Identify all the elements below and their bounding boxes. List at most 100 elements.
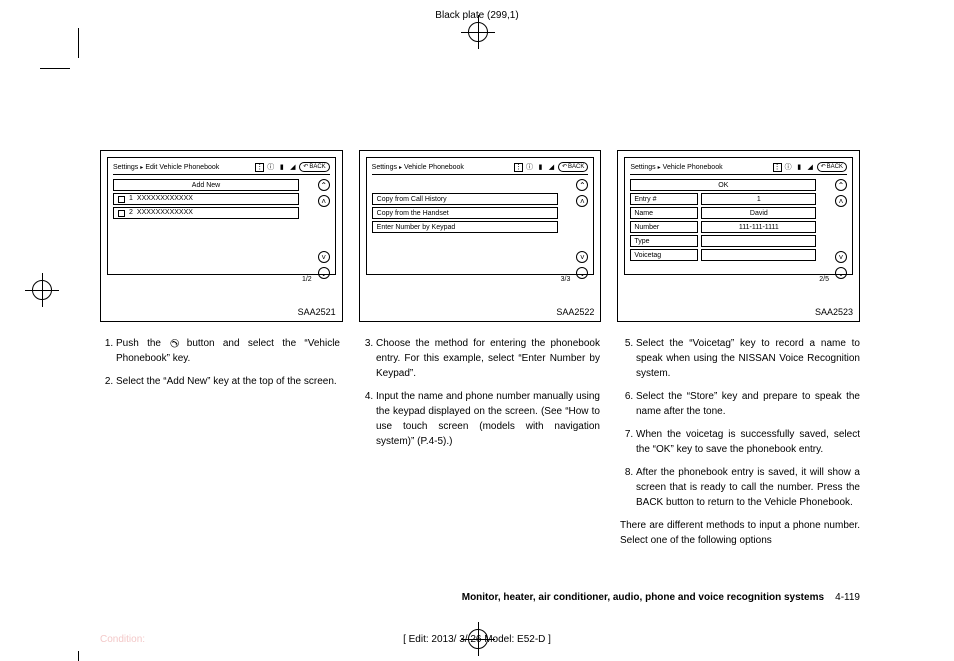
- step-7: When the voicetag is successfully saved,…: [636, 427, 860, 457]
- enter-keypad-button[interactable]: Enter Number by Keypad: [372, 221, 558, 233]
- entry-num-label: Entry #: [630, 193, 698, 205]
- entry-num-value[interactable]: 1: [701, 193, 816, 205]
- row-text: XXXXXXXXXXXX: [137, 207, 193, 219]
- crop-mark: [40, 68, 70, 69]
- chevron-right-icon: ▸: [140, 164, 143, 171]
- figure-2: Settings ▸ Vehicle Phonebook ⋮ ⓘ ▮ ◢ ↶BA…: [359, 150, 602, 322]
- crop-mark: [78, 28, 79, 58]
- scroll-up-fast-icon[interactable]: ⌃: [835, 179, 847, 191]
- screen-2: Settings ▸ Vehicle Phonebook ⋮ ⓘ ▮ ◢ ↶BA…: [366, 157, 595, 275]
- column-3-paragraph: There are different methods to input a p…: [620, 518, 860, 548]
- phone-icon: [118, 196, 125, 203]
- bluetooth-icon: ⋮: [514, 163, 523, 172]
- number-value[interactable]: 111-111-1111: [701, 221, 816, 233]
- battery-icon: ▮: [536, 163, 545, 172]
- signal-icon: ◢: [547, 163, 556, 172]
- screen-header: Settings ▸ Vehicle Phonebook ⋮ ⓘ ▮ ◢ ↶BA…: [630, 161, 847, 175]
- voicetag-value[interactable]: [701, 249, 816, 261]
- info-icon: ⓘ: [784, 163, 793, 172]
- edit-line: [ Edit: 2013/ 3/ 26 Model: E52-D ]: [0, 634, 954, 645]
- page-indicator: 2/5: [819, 276, 829, 283]
- figures-row: Settings ▸ Edit Vehicle Phonebook ⋮ ⓘ ▮ …: [100, 150, 860, 322]
- breadcrumb: Edit Vehicle Phonebook: [145, 164, 219, 171]
- figure-caption: SAA2521: [298, 307, 336, 317]
- page-indicator: 1/2: [302, 276, 312, 283]
- plate-info: Black plate (299,1): [0, 10, 954, 21]
- text-columns: Push the ✆ button and select the “Vehicl…: [100, 336, 860, 548]
- registration-mark-left: [32, 280, 52, 300]
- info-icon: ⓘ: [266, 163, 275, 172]
- figure-1: Settings ▸ Edit Vehicle Phonebook ⋮ ⓘ ▮ …: [100, 150, 343, 322]
- number-label: Number: [630, 221, 698, 233]
- back-arrow-icon: ↶: [303, 163, 308, 171]
- step-3: Choose the method for entering the phone…: [376, 336, 600, 381]
- phonebook-row[interactable]: 2 XXXXXXXXXXXX: [113, 207, 299, 219]
- screen-3: Settings ▸ Vehicle Phonebook ⋮ ⓘ ▮ ◢ ↶BA…: [624, 157, 853, 275]
- phone-icon: [118, 210, 125, 217]
- step-2: Select the “Add New” key at the top of t…: [116, 374, 340, 389]
- crop-mark: [78, 651, 79, 661]
- battery-icon: ▮: [795, 163, 804, 172]
- type-value[interactable]: [701, 235, 816, 247]
- info-icon: ⓘ: [525, 163, 534, 172]
- figure-caption: SAA2522: [556, 307, 594, 317]
- phone-button-icon: ✆: [173, 338, 175, 347]
- scroll-up-icon[interactable]: ˄: [318, 195, 330, 207]
- bluetooth-icon: ⋮: [773, 163, 782, 172]
- screen-header: Settings ▸ Vehicle Phonebook ⋮ ⓘ ▮ ◢ ↶BA…: [372, 161, 589, 175]
- column-3: Select the “Voicetag” key to record a na…: [620, 336, 860, 548]
- scroll-down-icon[interactable]: ˅: [576, 251, 588, 263]
- scroll-down-fast-icon[interactable]: ⌄: [835, 267, 847, 279]
- type-label: Type: [630, 235, 698, 247]
- page-content: Settings ▸ Edit Vehicle Phonebook ⋮ ⓘ ▮ …: [100, 150, 860, 548]
- back-arrow-icon: ↶: [821, 163, 826, 171]
- signal-icon: ◢: [806, 163, 815, 172]
- row-number: 1: [129, 193, 133, 205]
- chevron-right-icon: ▸: [658, 164, 661, 171]
- name-value[interactable]: David: [701, 207, 816, 219]
- row-text: XXXXXXXXXXXX: [137, 193, 193, 205]
- bluetooth-icon: ⋮: [255, 163, 264, 172]
- section-footer: Monitor, heater, air conditioner, audio,…: [100, 592, 860, 603]
- registration-mark-top: [468, 22, 488, 42]
- page-indicator: 3/3: [561, 276, 571, 283]
- ok-button[interactable]: OK: [630, 179, 816, 191]
- scroll-down-fast-icon[interactable]: ⌄: [576, 267, 588, 279]
- scroll-up-fast-icon[interactable]: ⌃: [318, 179, 330, 191]
- back-button[interactable]: ↶BACK: [558, 162, 588, 172]
- step-5: Select the “Voicetag” key to record a na…: [636, 336, 860, 381]
- back-button[interactable]: ↶BACK: [299, 162, 329, 172]
- add-new-button[interactable]: Add New: [113, 179, 299, 191]
- screen-header: Settings ▸ Edit Vehicle Phonebook ⋮ ⓘ ▮ …: [113, 161, 330, 175]
- copy-handset-button[interactable]: Copy from the Handset: [372, 207, 558, 219]
- breadcrumb: Vehicle Phonebook: [404, 164, 464, 171]
- back-button[interactable]: ↶BACK: [817, 162, 847, 172]
- scroll-down-icon[interactable]: ˅: [835, 251, 847, 263]
- breadcrumb: Vehicle Phonebook: [663, 164, 723, 171]
- row-number: 2: [129, 207, 133, 219]
- scroll-up-icon[interactable]: ˄: [576, 195, 588, 207]
- phonebook-row[interactable]: 1 XXXXXXXXXXXX: [113, 193, 299, 205]
- column-2: Choose the method for entering the phone…: [360, 336, 600, 548]
- scroll-up-icon[interactable]: ˄: [835, 195, 847, 207]
- signal-icon: ◢: [288, 163, 297, 172]
- step-4: Input the name and phone number manually…: [376, 389, 600, 449]
- column-1: Push the ✆ button and select the “Vehicl…: [100, 336, 340, 548]
- step-1: Push the ✆ button and select the “Vehicl…: [116, 336, 340, 366]
- chevron-right-icon: ▸: [399, 164, 402, 171]
- page-number: 4-119: [835, 592, 860, 603]
- step-6: Select the “Store” key and prepare to sp…: [636, 389, 860, 419]
- section-title: Monitor, heater, air conditioner, audio,…: [462, 592, 824, 603]
- figure-3: Settings ▸ Vehicle Phonebook ⋮ ⓘ ▮ ◢ ↶BA…: [617, 150, 860, 322]
- scroll-down-icon[interactable]: ˅: [318, 251, 330, 263]
- figure-caption: SAA2523: [815, 307, 853, 317]
- breadcrumb: Settings: [113, 164, 138, 171]
- name-label: Name: [630, 207, 698, 219]
- scroll-down-fast-icon[interactable]: ⌄: [318, 267, 330, 279]
- back-arrow-icon: ↶: [562, 163, 567, 171]
- breadcrumb: Settings: [630, 164, 655, 171]
- breadcrumb: Settings: [372, 164, 397, 171]
- copy-call-history-button[interactable]: Copy from Call History: [372, 193, 558, 205]
- screen-1: Settings ▸ Edit Vehicle Phonebook ⋮ ⓘ ▮ …: [107, 157, 336, 275]
- battery-icon: ▮: [277, 163, 286, 172]
